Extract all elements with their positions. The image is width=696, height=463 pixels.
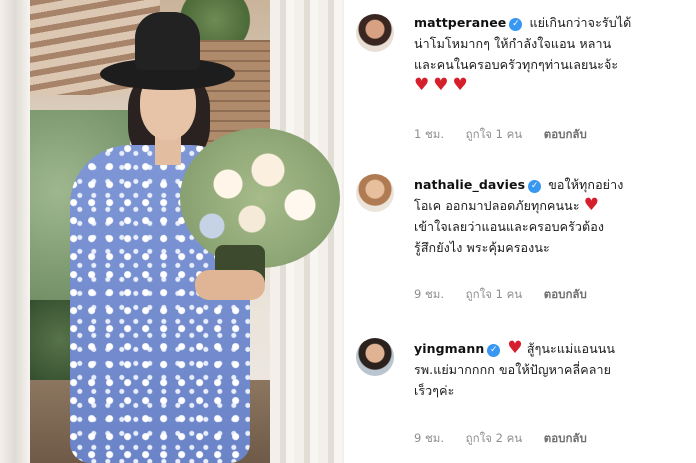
comment-text: nathalie_davies ✓ ขอให้ทุกอย่าง โอเค ออกม… — [414, 174, 696, 258]
comment-line: รพ.แย่มากกกก ขอให้ปัญหาคลี่คลาย — [414, 362, 612, 377]
heart-icon: ♥♥♥ — [414, 75, 472, 95]
reply-button[interactable]: ตอบกลับ — [544, 431, 587, 445]
heart-icon: ♥ — [507, 338, 523, 358]
comment-meta: 1 ชม. ถูกใจ 1 คน ตอบกลับ — [414, 126, 605, 144]
avatar[interactable] — [356, 174, 394, 212]
comment-username[interactable]: nathalie_davies — [414, 177, 525, 192]
comment-likes[interactable]: ถูกใจ 2 คน — [466, 431, 522, 445]
hands — [195, 270, 265, 300]
comment-username[interactable]: yingmann — [414, 341, 484, 356]
divider — [344, 0, 352, 463]
heart-icon: ♥ — [583, 195, 600, 215]
comment-time: 9 ชม. — [414, 287, 445, 301]
comment-username[interactable]: mattperanee — [414, 15, 506, 30]
comment-line: น่าโมโหมากๆ ให้กำลังใจแอน หลาน — [414, 36, 612, 51]
comment-text: mattperanee ✓ แย่เกินกว่าจะรับได้ น่าโมโห… — [414, 12, 696, 96]
comment-time: 9 ชม. — [414, 431, 445, 445]
comment-meta: 9 ชม. ถูกใจ 2 คน ตอบกลับ — [414, 430, 605, 448]
comment-likes[interactable]: ถูกใจ 1 คน — [466, 127, 522, 141]
verified-badge-icon: ✓ — [509, 18, 523, 31]
comments-panel: mattperanee ✓ แย่เกินกว่าจะรับได้ น่าโมโห… — [352, 0, 696, 463]
comment-line: ขอให้ทุกอย่าง — [548, 177, 624, 192]
black-hat — [135, 12, 200, 70]
comment-line: เข้าใจเลยว่าแอนและครอบครัวต้อง — [414, 219, 605, 234]
comment-line: เร็วๆค่ะ — [414, 383, 455, 398]
comment-meta: 9 ชม. ถูกใจ 1 คน ตอบกลับ — [414, 286, 605, 304]
comment-line: แย่เกินกว่าจะรับได้ — [529, 15, 632, 30]
comment-text: yingmann ✓ ♥ สู้ๆนะแม่แอนนน รพ.แย่มากกกก … — [414, 338, 696, 401]
curtain-left — [0, 0, 30, 463]
comment-likes[interactable]: ถูกใจ 1 คน — [466, 287, 522, 301]
comment-line: โอเค ออกมาปลอดภัยทุกคนนะ — [414, 198, 580, 213]
comment-line: และคนในครอบครัวทุกๆท่านเลยนะจ้ะ — [414, 57, 619, 72]
avatar[interactable] — [356, 338, 394, 376]
verified-badge-icon: ✓ — [528, 180, 542, 193]
reply-button[interactable]: ตอบกลับ — [544, 287, 587, 301]
verified-badge-icon: ✓ — [487, 344, 501, 357]
post-photo — [0, 0, 344, 463]
reply-button[interactable]: ตอบกลับ — [544, 127, 587, 141]
comment-line: รู้สึกยังไง พระคุ้มครองนะ — [414, 240, 550, 255]
comment-time: 1 ชม. — [414, 127, 445, 141]
avatar[interactable] — [356, 14, 394, 52]
comment-line: สู้ๆนะแม่แอนนน — [526, 341, 616, 356]
